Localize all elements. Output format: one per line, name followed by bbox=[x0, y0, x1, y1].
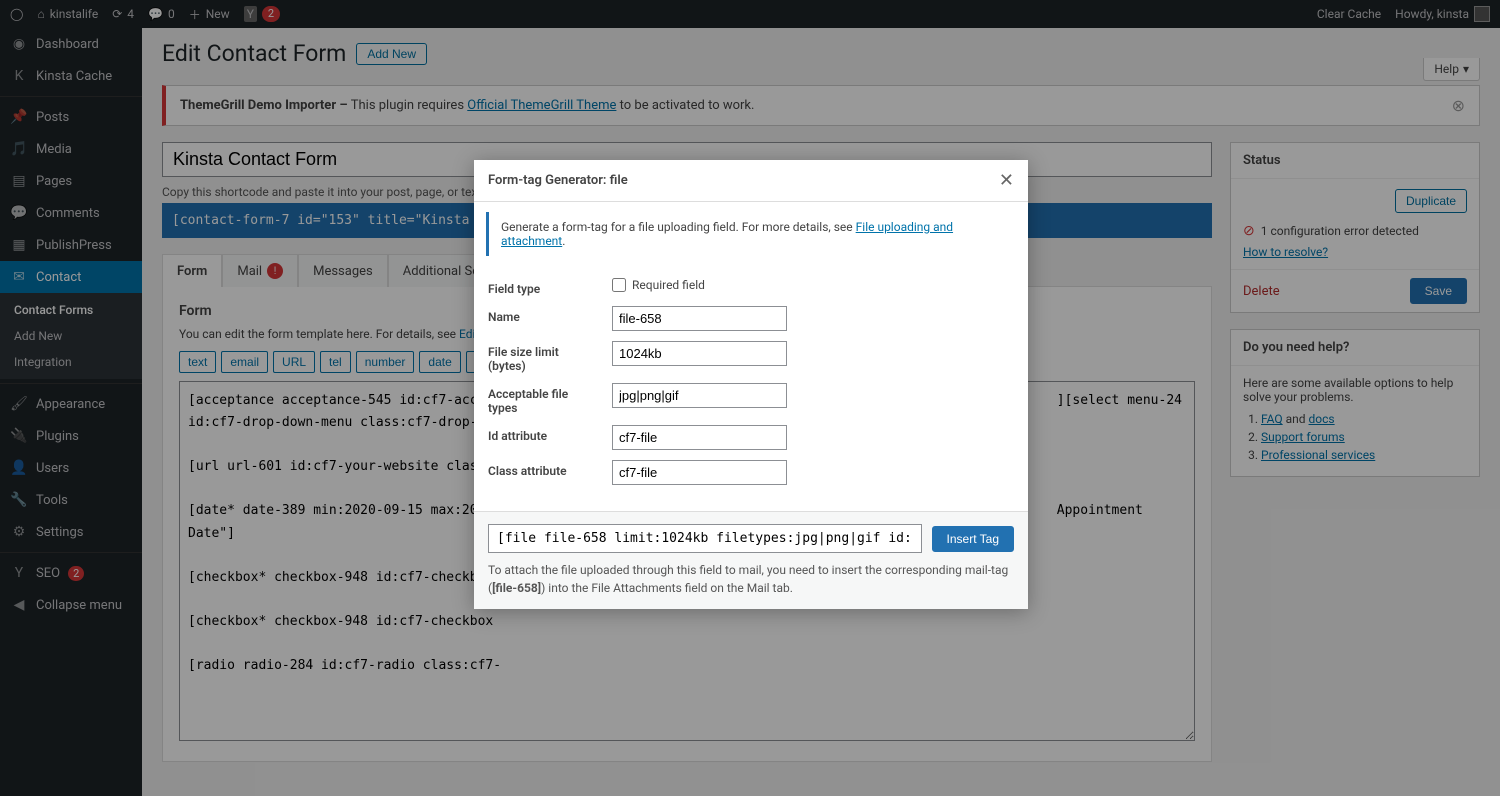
modal-footnote: To attach the file uploaded through this… bbox=[488, 561, 1014, 597]
insert-tag-button[interactable]: Insert Tag bbox=[932, 526, 1014, 552]
field-type-label: Field type bbox=[488, 278, 598, 296]
close-icon[interactable]: ✕ bbox=[999, 170, 1014, 191]
limit-label: File size limit (bytes) bbox=[488, 341, 598, 373]
name-label: Name bbox=[488, 306, 598, 324]
modal-info: Generate a form-tag for a file uploading… bbox=[486, 212, 1016, 256]
limit-input[interactable] bbox=[612, 341, 787, 366]
tag-output[interactable] bbox=[488, 524, 922, 553]
name-input[interactable] bbox=[612, 306, 787, 331]
class-input[interactable] bbox=[612, 460, 787, 485]
types-label: Acceptable file types bbox=[488, 383, 598, 415]
id-input[interactable] bbox=[612, 425, 787, 450]
modal-title: Form-tag Generator: file bbox=[488, 173, 628, 188]
required-label: Required field bbox=[632, 278, 705, 292]
class-attr-label: Class attribute bbox=[488, 460, 598, 478]
form-tag-modal: Form-tag Generator: file ✕ Generate a fo… bbox=[474, 160, 1028, 609]
id-attr-label: Id attribute bbox=[488, 425, 598, 443]
required-checkbox[interactable] bbox=[612, 278, 626, 292]
types-input[interactable] bbox=[612, 383, 787, 408]
